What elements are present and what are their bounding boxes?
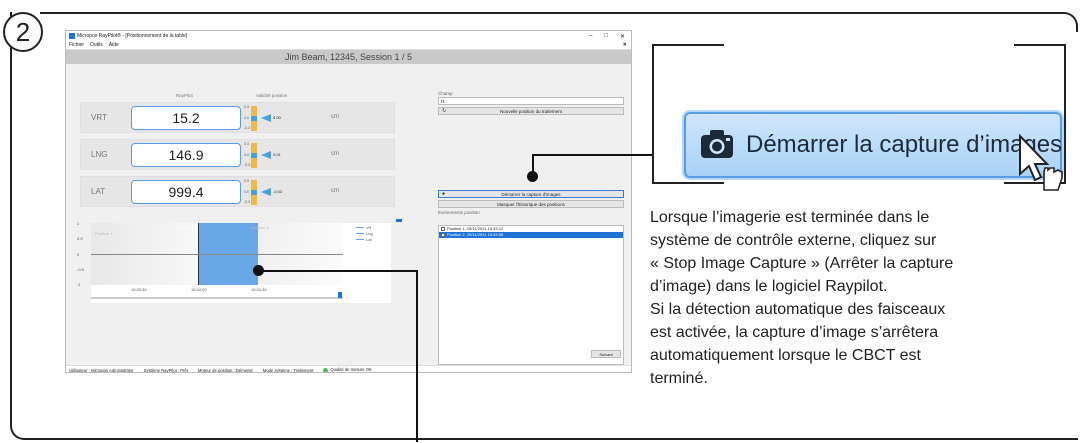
gauge-bottom: -0.3 [244, 200, 251, 204]
close-icon[interactable]: ✕ [620, 33, 625, 40]
checkbox[interactable] [441, 232, 445, 237]
hand-cursor-icon [1019, 134, 1063, 191]
x-tick: 15:33:30 [131, 287, 147, 292]
validity-gauge [251, 106, 257, 131]
validity-gauge [251, 180, 257, 205]
offset-value: 0.00 [273, 115, 281, 120]
col-validity: Validité position [256, 93, 288, 98]
close-document-icon[interactable]: ✕ [623, 42, 631, 48]
y-tick: -0.5 [77, 267, 84, 272]
window-title: Micropos RayPilot® - [Positionnement de … [77, 33, 188, 39]
next-button[interactable]: Suivant [591, 350, 621, 358]
offset-arrow-icon [261, 151, 271, 159]
minimize-icon[interactable]: – [589, 33, 592, 40]
gauge-bottom: -0.3 [244, 126, 251, 130]
instruction-paragraph-2: Si la détection automatique des faisceau… [650, 301, 946, 387]
position-row-lat: LAT 999.4 0.3 0.0 -0.3 -0.03 cm [80, 176, 395, 207]
offset-arrow-icon [261, 188, 271, 196]
status-motor: Moteur de position : Démenté [197, 367, 253, 373]
offset-value: -0.03 [273, 189, 283, 194]
field-select[interactable]: f1 [438, 97, 624, 105]
unit-label: cm [331, 188, 339, 194]
list-item[interactable]: Position 2, 25/11/2021 15:33:58 [439, 232, 623, 238]
unit-label: cm [331, 114, 339, 120]
offset-arrow-icon [261, 114, 271, 122]
zoom-handle[interactable] [396, 219, 402, 222]
axis-label: LNG [91, 150, 108, 159]
offset-value: 0.01 [273, 152, 281, 157]
menu-aide[interactable]: Aide [109, 42, 119, 48]
gauge-mid: 0.0 [244, 116, 249, 120]
legend-vrt: Vrt [356, 225, 371, 230]
menu-outils[interactable]: Outils [90, 42, 103, 48]
y-tick: -1 [77, 282, 81, 287]
patient-header: Jim Beam, 12345, Session 1 / 5 [66, 50, 631, 64]
status-quality: Qualité de mesure OK [323, 367, 372, 372]
status-mode: Mode système : Traitement [262, 367, 314, 373]
legend-lat: Lat [356, 237, 372, 242]
unit-label: cm [331, 151, 339, 157]
camera-icon [701, 130, 733, 158]
position-row-lng: LNG 146.9 0.3 0.0 -0.3 0.01 cm [80, 139, 395, 170]
x-tick: 15:34:00 [191, 287, 207, 292]
region-label: Position 2 [176, 225, 194, 230]
axis-label: VRT [91, 113, 107, 122]
y-tick: 1 [77, 221, 80, 226]
gauge-top: 0.3 [244, 105, 249, 109]
capture-controls: ● Démarrer la capture d'images Masquer l… [438, 188, 624, 215]
start-capture-button[interactable]: ● Démarrer la capture d'images [438, 190, 624, 198]
status-system: Système RayPilot : Prêt [143, 367, 188, 373]
events-list: Position 1, 25/11/2021 15:33:12 Position… [438, 225, 624, 365]
new-position-button[interactable]: ↻ Nouvelle position du traitement [438, 107, 624, 115]
right-panel: Champ f1 ↻ Nouvelle position du traiteme… [438, 91, 624, 115]
leader-line-zoom-v [532, 154, 534, 174]
gauge-mid: 0.0 [244, 190, 249, 194]
leader-line-h [258, 270, 418, 272]
col-raypilot: RayPilot [176, 93, 193, 98]
status-user: Utilisateur : Micropos Administrator [69, 367, 134, 373]
axis-label: LAT [91, 187, 106, 196]
legend-lng: Lng [356, 231, 373, 236]
gauge-top: 0.3 [244, 142, 249, 146]
chart-zero-line [91, 254, 343, 255]
axis-value: 999.4 [131, 180, 241, 204]
maximize-icon[interactable]: □ [604, 33, 608, 40]
camera-icon: ● [442, 191, 446, 197]
axis-value: 146.9 [131, 143, 241, 167]
x-tick: 15:34:30 [251, 287, 267, 292]
raypilot-window: Micropos RayPilot® - [Positionnement de … [65, 30, 632, 373]
checkbox[interactable] [441, 226, 445, 231]
instruction-paragraph-1: Lorsque l’imagerie est terminée dans le … [650, 209, 954, 295]
validity-gauge [251, 143, 257, 168]
menu-fichier[interactable]: Fichier [69, 42, 84, 48]
gauge-top: 0.3 [244, 179, 249, 183]
events-label: Événements position [438, 210, 480, 215]
gauge-mid: 0.0 [244, 153, 249, 157]
timeline-handle[interactable] [338, 292, 342, 298]
timeline-scrollbar[interactable] [91, 297, 343, 299]
region-label: Position 3 [251, 225, 269, 230]
y-tick: 0.5 [77, 236, 83, 241]
position-row-vrt: VRT 15.2 0.3 0.0 -0.3 0.00 cm [80, 102, 395, 133]
refresh-icon: ↻ [442, 108, 447, 114]
axis-value: 15.2 [131, 106, 241, 130]
ok-status-icon [323, 367, 329, 372]
leader-line-v [416, 270, 418, 442]
status-bar: Utilisateur : Micropos Administrator Sys… [66, 365, 631, 373]
instructions: Lorsque l’imagerie est terminée dans le … [650, 206, 1070, 390]
hide-history-button[interactable]: Masquer l'historique des positions [438, 200, 624, 208]
capture-button-label: Démarrer la capture d’images [746, 131, 1063, 158]
position-history-chart[interactable]: Position 1 Position 2 Position 3 1 0.5 0… [77, 219, 402, 303]
start-capture-button-zoomed[interactable]: Démarrer la capture d’images [684, 112, 1062, 178]
gauge-bottom: -0.3 [244, 163, 251, 167]
menu-bar: Fichier Outils Aide ✕ [66, 41, 631, 50]
y-tick: 0 [77, 252, 80, 257]
region-label: Position 1 [95, 231, 113, 236]
field-label: Champ [438, 91, 453, 96]
window-titlebar: Micropos RayPilot® - [Positionnement de … [66, 31, 631, 41]
app-icon [69, 33, 75, 39]
leader-line-zoom-h [532, 154, 652, 156]
step-number: 2 [3, 12, 43, 52]
